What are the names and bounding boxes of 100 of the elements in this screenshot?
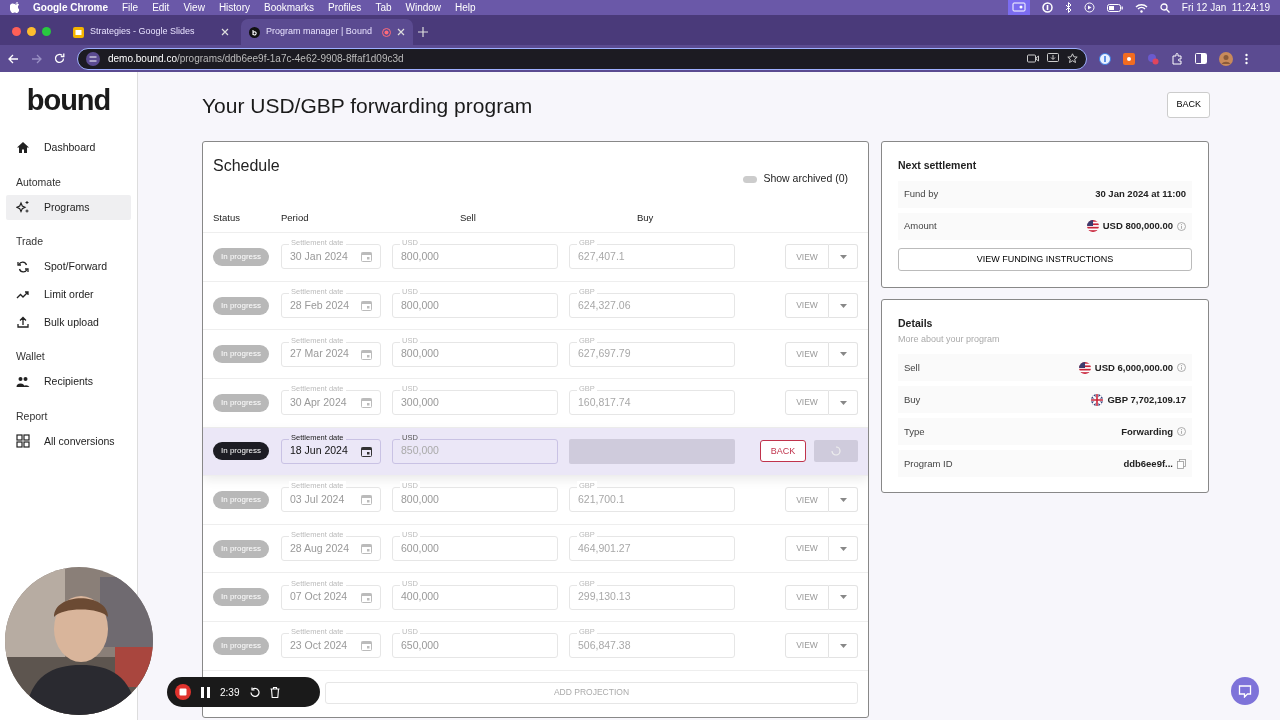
chat-launcher[interactable] bbox=[1231, 677, 1259, 705]
menu-item[interactable]: Window bbox=[405, 0, 442, 15]
detail-value: Forwarding bbox=[1121, 424, 1173, 439]
view-button[interactable]: VIEW bbox=[785, 536, 829, 562]
view-button[interactable]: VIEW bbox=[785, 293, 829, 319]
field-value: 800,000 bbox=[401, 297, 439, 313]
ring-icon[interactable] bbox=[1041, 2, 1053, 13]
toggle-switch[interactable] bbox=[743, 175, 758, 183]
password-icon[interactable] bbox=[1099, 52, 1111, 65]
section-heading: Report bbox=[15, 408, 49, 424]
detail-value: USD 6,000,000.00 bbox=[1094, 360, 1173, 375]
url-text: demo.bound.co/programs/ddb6ee9f-1a7c-4e62-9908-8ffaf1d09c3d bbox=[108, 52, 405, 66]
puzzle-icon[interactable] bbox=[1171, 52, 1183, 65]
field-value: 650,000 bbox=[401, 637, 439, 653]
menu-clock[interactable]: Fri 12 Jan 11:24:19 bbox=[1181, 0, 1270, 15]
page-title: Your USD/GBP forwarding program bbox=[202, 93, 533, 119]
view-button[interactable]: VIEW bbox=[785, 244, 829, 270]
trash-icon[interactable] bbox=[270, 686, 281, 698]
tab-title: Strategies - Google Slides bbox=[90, 25, 196, 39]
view-button[interactable]: VIEW bbox=[785, 390, 829, 416]
us-flag-icon bbox=[1078, 361, 1091, 374]
bound-logo[interactable]: bound bbox=[6, 86, 131, 115]
back-button[interactable]: BACK bbox=[1167, 92, 1210, 118]
menu-item[interactable]: Bookmarks bbox=[264, 0, 314, 15]
side-panel-icon[interactable] bbox=[1195, 53, 1207, 64]
reload-icon[interactable] bbox=[54, 53, 65, 64]
sidebar-item[interactable]: All conversions bbox=[6, 428, 131, 455]
apple-icon bbox=[10, 2, 19, 13]
menu-item[interactable]: History bbox=[218, 0, 250, 15]
restart-icon[interactable] bbox=[249, 686, 261, 698]
maximize-window-button[interactable] bbox=[42, 26, 51, 36]
menu-item[interactable]: Profiles bbox=[328, 0, 362, 15]
card-subtitle: More about your program bbox=[898, 332, 1001, 346]
view-button[interactable]: VIEW bbox=[785, 584, 829, 610]
browser-tab[interactable]: Strategies - Google Slides bbox=[65, 19, 237, 45]
section-heading: Trade bbox=[15, 234, 45, 250]
install-icon[interactable] bbox=[1047, 53, 1059, 64]
info-icon[interactable] bbox=[1177, 221, 1186, 231]
menu-item[interactable]: View bbox=[183, 0, 205, 15]
funding-instructions-button[interactable]: VIEW FUNDING INSTRUCTIONS bbox=[898, 248, 1192, 272]
menu-item[interactable]: Tab bbox=[375, 0, 392, 15]
sidebar-item[interactable]: Dashboard bbox=[6, 135, 131, 161]
sidebar-item[interactable]: Recipients bbox=[6, 369, 131, 395]
home-icon bbox=[16, 140, 30, 155]
field-value: 23 Oct 2024 bbox=[290, 637, 348, 653]
site-settings-icon[interactable] bbox=[86, 51, 100, 66]
copy-icon[interactable] bbox=[1177, 458, 1186, 469]
pause-icon[interactable] bbox=[201, 686, 210, 698]
info-icon[interactable] bbox=[1177, 363, 1186, 373]
caret-icon bbox=[839, 546, 847, 551]
spinner-icon bbox=[831, 446, 841, 457]
screen-share-icon[interactable] bbox=[1007, 0, 1030, 15]
battery-icon[interactable] bbox=[1106, 3, 1123, 12]
menu-item[interactable]: Edit bbox=[152, 0, 170, 15]
field-value: 30 Apr 2024 bbox=[290, 394, 347, 410]
minimize-window-button[interactable] bbox=[27, 26, 36, 36]
detail-value: USD 800,000.00 bbox=[1102, 219, 1173, 234]
more-menu-icon[interactable] bbox=[1245, 52, 1248, 65]
view-button[interactable]: VIEW bbox=[785, 341, 829, 367]
field-value: 28 Aug 2024 bbox=[290, 540, 349, 556]
search-icon[interactable] bbox=[1159, 2, 1170, 13]
back-button[interactable]: BACK bbox=[760, 440, 806, 463]
back-arrow-icon[interactable] bbox=[8, 53, 19, 64]
play-icon[interactable] bbox=[1083, 2, 1095, 13]
sidebar-item[interactable]: Bulk upload bbox=[6, 309, 131, 336]
browser-tab[interactable]: Program manager | Bound bbox=[241, 19, 413, 45]
close-icon[interactable] bbox=[397, 28, 405, 36]
status-badge: In progress bbox=[213, 442, 269, 461]
wifi-icon[interactable] bbox=[1134, 2, 1148, 13]
card-title: Schedule bbox=[213, 156, 280, 177]
star-icon[interactable] bbox=[1067, 53, 1078, 64]
view-button[interactable]: VIEW bbox=[785, 633, 829, 659]
menu-item[interactable]: Help bbox=[455, 0, 476, 15]
caret-icon bbox=[839, 255, 847, 259]
address-bar[interactable]: demo.bound.co/programs/ddb6ee9f-1a7c-4e62-9908-8ffaf1d09c3d bbox=[77, 47, 1087, 70]
detail-label: Amount bbox=[904, 219, 937, 234]
add-projection-button[interactable]: ADD PROJECTION bbox=[325, 681, 858, 704]
view-button[interactable]: VIEW bbox=[785, 487, 829, 513]
field-value: 600,000 bbox=[401, 540, 439, 556]
sidebar-item[interactable]: Programs bbox=[6, 194, 131, 221]
field-value: 800,000 bbox=[401, 492, 439, 508]
sidebar-item[interactable]: Spot/Forward bbox=[6, 254, 131, 280]
card-title: Next settlement bbox=[898, 158, 978, 174]
app-name[interactable]: Google Chrome bbox=[33, 0, 108, 15]
sidebar-item[interactable]: Limit order bbox=[6, 281, 131, 308]
slides-icon bbox=[73, 26, 84, 38]
close-icon[interactable] bbox=[221, 28, 229, 36]
stop-button-icon[interactable] bbox=[175, 684, 191, 700]
menu-item[interactable]: File bbox=[122, 0, 139, 15]
info-icon[interactable] bbox=[1177, 427, 1186, 437]
field-value: 464,901.27 bbox=[578, 540, 631, 556]
camera-icon[interactable] bbox=[1027, 54, 1039, 63]
calendar-icon[interactable] bbox=[361, 445, 372, 457]
toolbar-extension-icon[interactable] bbox=[1123, 52, 1135, 65]
field-value: 07 Oct 2024 bbox=[290, 589, 348, 605]
close-window-button[interactable] bbox=[12, 26, 21, 36]
bluetooth-icon[interactable] bbox=[1064, 2, 1072, 13]
forward-arrow-icon[interactable] bbox=[31, 53, 42, 64]
profile-avatar-icon[interactable] bbox=[1219, 51, 1233, 66]
extension-dot-icon[interactable] bbox=[1147, 52, 1159, 65]
